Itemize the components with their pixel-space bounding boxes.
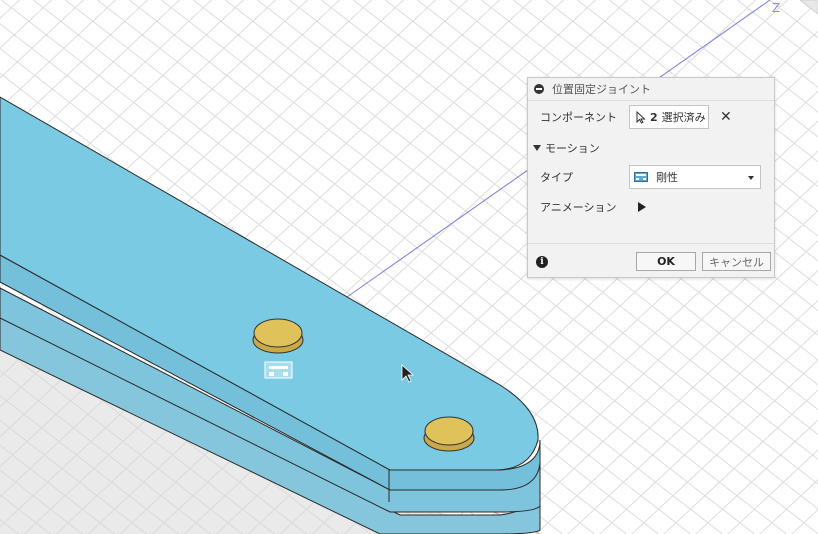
dialog-title: 位置固定ジョイント <box>552 83 651 96</box>
cursor-arrow-icon <box>636 110 646 124</box>
bolt-1-top <box>253 318 303 348</box>
cancel-button[interactable]: キャンセル <box>702 252 771 271</box>
collapse-icon[interactable] <box>534 84 544 94</box>
rigid-joint-icon <box>634 172 648 182</box>
dialog-header[interactable]: 位置固定ジョイント <box>528 78 774 101</box>
component-selection-button[interactable]: 2 選択済み <box>629 105 709 129</box>
ok-button[interactable]: OK <box>636 252 696 271</box>
joint-glyph-icon[interactable] <box>264 361 293 379</box>
type-select[interactable]: 剛性 <box>629 165 761 189</box>
animation-label: アニメーション <box>540 201 617 214</box>
play-animation-icon[interactable] <box>638 202 646 212</box>
expand-triangle-icon <box>533 145 541 151</box>
component-label: コンポーネント <box>540 111 617 124</box>
animation-row: アニメーション <box>528 196 774 218</box>
dropdown-caret-icon <box>748 176 754 180</box>
type-label: タイプ <box>540 171 573 184</box>
selection-text: 選択済み <box>661 111 706 124</box>
info-icon[interactable]: i <box>536 256 548 268</box>
joint-dialog: 位置固定ジョイント コンポーネント 2 選択済み ✕ モーション タイプ 剛性 … <box>527 77 775 278</box>
selection-count: 2 <box>650 110 658 124</box>
viewcube-corner[interactable] <box>799 0 818 15</box>
component-row: コンポーネント 2 選択済み ✕ <box>528 105 774 129</box>
motion-label: モーション <box>545 142 600 155</box>
bolt-2-top <box>424 416 474 446</box>
axis-label-z: Z <box>772 1 780 15</box>
dialog-footer: i OK キャンセル <box>528 243 774 279</box>
clear-selection-icon[interactable]: ✕ <box>720 109 732 125</box>
type-row: タイプ 剛性 <box>528 165 774 189</box>
motion-section-toggle[interactable]: モーション <box>533 140 600 156</box>
type-value: 剛性 <box>656 171 678 184</box>
